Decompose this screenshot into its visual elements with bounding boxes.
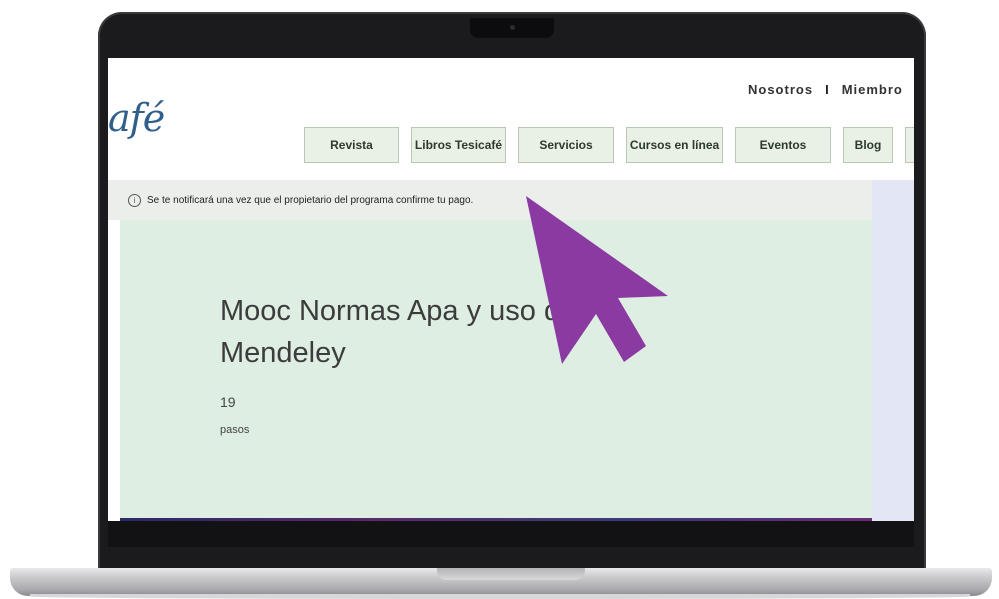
laptop-base-notch — [437, 568, 585, 580]
laptop-base-shadow — [30, 594, 970, 599]
laptop-screen: afé Nosotros I Miembro Revista Libros Te… — [108, 58, 914, 522]
tab-servicios[interactable]: Servicios — [518, 127, 614, 163]
tab-revista[interactable]: Revista — [304, 127, 399, 163]
top-link-miembros[interactable]: Miembro — [842, 82, 903, 97]
tab-partial[interactable] — [905, 127, 914, 163]
tab-libros-tesicafe[interactable]: Libros Tesicafé — [411, 127, 506, 163]
camera-icon — [510, 25, 515, 30]
tab-blog[interactable]: Blog — [843, 127, 893, 163]
tab-cursos-en-linea[interactable]: Cursos en línea — [626, 127, 723, 163]
side-panel — [872, 180, 914, 522]
info-icon: i — [128, 193, 141, 207]
course-steps-count: 19 — [220, 394, 236, 410]
tab-eventos[interactable]: Eventos — [735, 127, 831, 163]
course-steps-label: pasos — [220, 424, 250, 436]
mouse-pointer-icon — [526, 196, 668, 364]
site-logo[interactable]: afé — [108, 96, 165, 140]
top-link-nosotros[interactable]: Nosotros — [748, 82, 813, 97]
notice-text: Se te notificará una vez que el propieta… — [147, 194, 474, 206]
top-nav-separator: I — [825, 82, 830, 97]
top-nav: Nosotros I Miembro — [748, 82, 903, 97]
screen-bezel-bottom — [108, 521, 914, 547]
payment-notice: i Se te notificará una vez que el propie… — [108, 180, 872, 220]
main-nav-tabs: Revista Libros Tesicafé Servicios Cursos… — [304, 127, 914, 163]
